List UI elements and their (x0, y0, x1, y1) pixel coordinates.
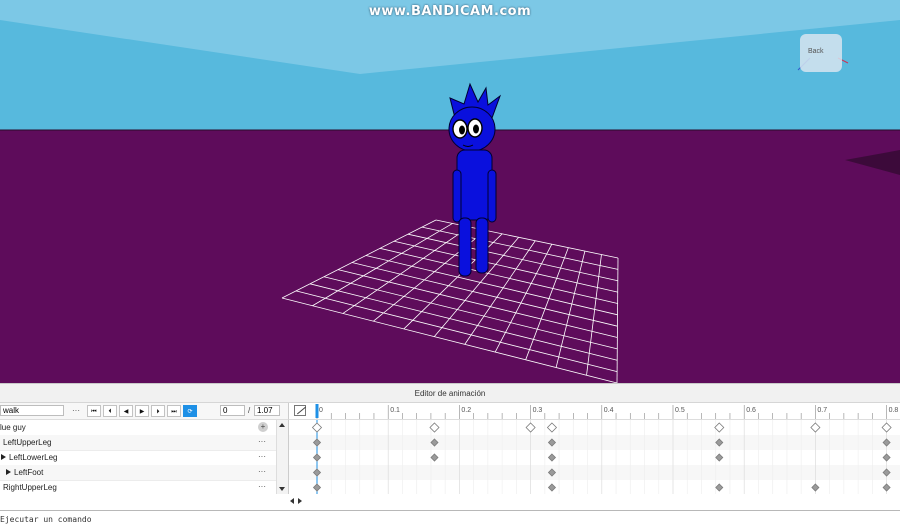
track-row[interactable]: LeftUpperLeg ··· (0, 435, 276, 451)
view-cube-label: Back (808, 48, 824, 55)
ruler-tick-label: 0 (319, 407, 323, 414)
character-right-leg (475, 217, 489, 274)
view-cube[interactable]: Back (800, 34, 842, 72)
ruler-tick-label: 0.1 (390, 407, 400, 414)
scroll-up-icon[interactable] (279, 423, 285, 427)
keyframe-diamond[interactable] (547, 453, 557, 462)
play-icon[interactable]: ▶ (135, 405, 149, 417)
animation-editor: Editor de animación ··· ⏮⏴◀▶⏵⏭⟳ / 0 0.1 0.… (0, 383, 900, 511)
keyframe-grid (289, 420, 900, 494)
time-separator: / (248, 406, 251, 415)
3d-viewport[interactable]: www.BANDICAM.com Back (0, 0, 900, 383)
keyframe-diamond[interactable] (810, 422, 821, 433)
ruler-tick-label: 0.3 (533, 407, 543, 414)
animation-name-input[interactable] (0, 405, 64, 416)
ruler-tick-label: 0.6 (746, 407, 756, 414)
keyframe-diamond[interactable] (312, 453, 322, 462)
ruler-tick-label: 0.8 (889, 407, 899, 414)
keyframe-diamond[interactable] (430, 453, 439, 462)
timeline-scrollbar[interactable] (288, 496, 900, 506)
playback-controls: ··· ⏮⏴◀▶⏵⏭⟳ / (0, 403, 288, 420)
skip-to-end-icon[interactable]: ⏭ (167, 405, 181, 417)
expand-arrow-icon[interactable] (6, 469, 11, 475)
3d-scene[interactable] (0, 0, 900, 383)
keyframe-diamond[interactable] (882, 483, 891, 492)
ruler-tick-label: 0.5 (675, 407, 685, 414)
track-row[interactable]: lue guy + (0, 420, 276, 436)
scroll-down-icon[interactable] (279, 487, 285, 491)
character-left-arm (452, 169, 462, 223)
track-options-button[interactable]: ··· (258, 437, 266, 446)
character-right-arm (487, 169, 497, 223)
character-right-pupil (473, 124, 479, 134)
keyframe-diamond[interactable] (311, 422, 323, 433)
track-scrollbar[interactable] (276, 420, 288, 494)
timeline-row-bg (289, 435, 900, 450)
character-torso (456, 149, 493, 221)
expand-arrow-icon[interactable] (1, 454, 6, 460)
keyframe-diamond[interactable] (429, 422, 440, 433)
track-options-button[interactable]: ··· (258, 482, 266, 491)
track-row[interactable]: LeftLowerLeg ··· (0, 450, 276, 466)
keyframe-diamond[interactable] (547, 483, 557, 492)
command-input[interactable] (0, 513, 896, 525)
track-label: LeftFoot (14, 468, 44, 477)
track-options-button[interactable]: ··· (258, 467, 266, 476)
add-track-button[interactable]: + (258, 422, 268, 432)
keyframe-diamond[interactable] (811, 483, 820, 492)
scroll-left-icon[interactable] (290, 498, 294, 504)
keyframe-diamond[interactable] (715, 483, 724, 492)
scroll-right-icon[interactable] (298, 498, 302, 504)
track-label: RightUpperLeg (3, 483, 57, 492)
animation-more-button[interactable]: ··· (70, 405, 82, 416)
keyframe-diamond[interactable] (714, 422, 725, 433)
track-row[interactable]: RightUpperLeg ··· (0, 480, 276, 494)
timeline-row-bg (289, 465, 900, 480)
keyframe-diamond[interactable] (882, 453, 891, 462)
track-label: LeftLowerLeg (9, 453, 58, 462)
keyframe-diamond[interactable] (525, 422, 536, 433)
track-options-button[interactable]: ··· (258, 452, 266, 461)
character-left-pupil (459, 125, 465, 135)
timeline-ruler[interactable]: 0 0.1 0.2 0.3 0.4 0.5 0.6 0.7 0.8 (288, 403, 900, 420)
loop-icon[interactable]: ⟳ (183, 405, 197, 417)
current-time-input[interactable] (220, 405, 245, 416)
ruler-tick-label: 0.4 (604, 407, 614, 414)
track-row[interactable]: LeftFoot ··· (0, 465, 276, 481)
ruler-tick-label: 0.2 (461, 407, 471, 414)
keyframe-diamond[interactable] (715, 453, 724, 462)
command-bar (0, 510, 900, 527)
character-left-leg (458, 217, 472, 277)
skip-to-start-icon[interactable]: ⏮ (87, 405, 101, 417)
keyframe-diamond[interactable] (881, 422, 892, 433)
editor-header: Editor de animación (0, 384, 900, 403)
track-label: LeftUpperLeg (3, 438, 52, 447)
ruler-ticks: 0 0.1 0.2 0.3 0.4 0.5 0.6 0.7 0.8 (315, 404, 899, 419)
play-reverse-icon[interactable]: ◀ (119, 405, 133, 417)
total-time-input[interactable] (254, 405, 280, 416)
next-keyframe-icon[interactable]: ⏵ (151, 405, 165, 417)
playhead-handle[interactable] (315, 404, 319, 418)
keyframe-diamond[interactable] (546, 422, 558, 433)
ground-plane (0, 130, 900, 383)
track-list: lue guy + LeftUpperLeg ··· LeftLowerLeg ··· Le… (0, 420, 276, 494)
keyframe-timeline[interactable] (288, 420, 900, 494)
keyframe-diamond[interactable] (312, 483, 322, 492)
editor-title: Editor de animación (414, 389, 486, 398)
ruler-tick-label: 0.7 (817, 407, 827, 414)
track-label: lue guy (0, 423, 26, 432)
previous-keyframe-icon[interactable]: ⏴ (103, 405, 117, 417)
bandicam-watermark: www.BANDICAM.com (368, 4, 532, 19)
